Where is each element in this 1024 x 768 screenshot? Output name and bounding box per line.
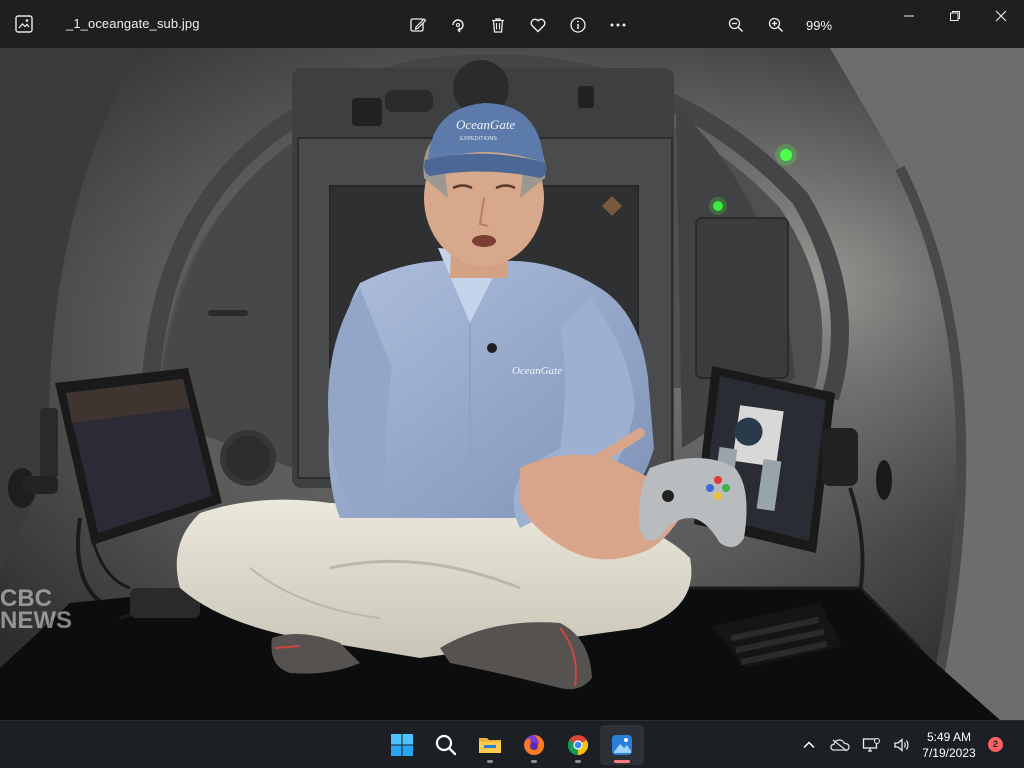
- active-indicator: [614, 760, 630, 763]
- favorite-icon: [530, 18, 546, 33]
- firefox-icon: [524, 734, 545, 755]
- network-icon: [862, 738, 880, 752]
- shirt-logo-text: OceanGate: [512, 365, 562, 377]
- zoom-in-button[interactable]: [756, 12, 796, 38]
- maximize-button[interactable]: [932, 0, 978, 32]
- rotate-button[interactable]: [438, 12, 478, 38]
- image-toolbar: [398, 12, 638, 38]
- photos-icon: [612, 735, 632, 755]
- start-button[interactable]: [380, 725, 424, 765]
- volume-button[interactable]: [891, 729, 913, 761]
- volume-icon: [894, 738, 909, 752]
- maximize-icon: [950, 11, 960, 21]
- cbc-news-watermark: CBC NEWS: [0, 587, 72, 634]
- running-indicator: [487, 760, 493, 763]
- running-indicator: [531, 760, 537, 763]
- edit-image-icon: [410, 18, 427, 32]
- chrome-icon: [567, 735, 589, 756]
- close-icon: [995, 10, 1007, 22]
- zoom-controls: 99%: [716, 12, 846, 38]
- close-button[interactable]: [978, 0, 1024, 32]
- chevron-up-icon: [803, 741, 815, 749]
- file-explorer-button[interactable]: [468, 725, 512, 765]
- rotate-icon: [452, 19, 464, 33]
- minimize-button[interactable]: [886, 0, 932, 32]
- info-icon: [570, 17, 586, 33]
- more-icon: [610, 23, 626, 27]
- taskbar-apps: [380, 725, 644, 765]
- favorite-button[interactable]: [518, 12, 558, 38]
- search-icon: [435, 734, 457, 756]
- more-options-button[interactable]: [598, 12, 638, 38]
- title-bar: _1_oceangate_sub.jpg 99%: [0, 0, 1024, 48]
- chrome-button[interactable]: [556, 725, 600, 765]
- photos-app-icon: [14, 14, 34, 34]
- windows-start-icon: [391, 734, 413, 756]
- system-tray: [798, 729, 922, 761]
- cap-logo-text: OceanGate: [456, 117, 515, 132]
- submarine-interior-photo: OceanGate OceanGate EXPEDITIONS: [0, 48, 1024, 720]
- show-hidden-icons-button[interactable]: [798, 729, 820, 761]
- clock-time: 5:49 AM: [926, 730, 972, 744]
- network-button[interactable]: [860, 729, 882, 761]
- watermark-line-2: NEWS: [0, 607, 72, 634]
- notification-badge[interactable]: 2: [988, 737, 1003, 752]
- file-explorer-icon: [479, 738, 501, 753]
- info-button[interactable]: [558, 12, 598, 38]
- delete-icon: [492, 18, 504, 33]
- firefox-button[interactable]: [512, 725, 556, 765]
- zoom-in-icon: [768, 17, 783, 32]
- zoom-out-button[interactable]: [716, 12, 756, 38]
- window-controls: [886, 0, 1024, 32]
- clock-date: 7/19/2023: [922, 746, 976, 760]
- delete-button[interactable]: [478, 12, 518, 38]
- onedrive-icon: [830, 739, 850, 752]
- onedrive-button[interactable]: [829, 729, 851, 761]
- file-name: _1_oceangate_sub.jpg: [66, 16, 200, 31]
- running-indicator: [575, 760, 581, 763]
- cap-logo-subtext: EXPEDITIONS: [460, 136, 497, 142]
- search-button[interactable]: [424, 725, 468, 765]
- image-viewport[interactable]: OceanGate OceanGate EXPEDITIONS CBC NEWS: [0, 48, 1024, 720]
- minimize-icon: [904, 15, 914, 17]
- taskbar: 5:49 AM 7/19/2023: [0, 720, 1024, 768]
- taskbar-clock[interactable]: 5:49 AM 7/19/2023: [916, 729, 982, 761]
- zoom-out-icon: [728, 17, 743, 32]
- photos-button[interactable]: [600, 725, 644, 765]
- zoom-level[interactable]: 99%: [806, 18, 846, 33]
- edit-image-button[interactable]: [398, 12, 438, 38]
